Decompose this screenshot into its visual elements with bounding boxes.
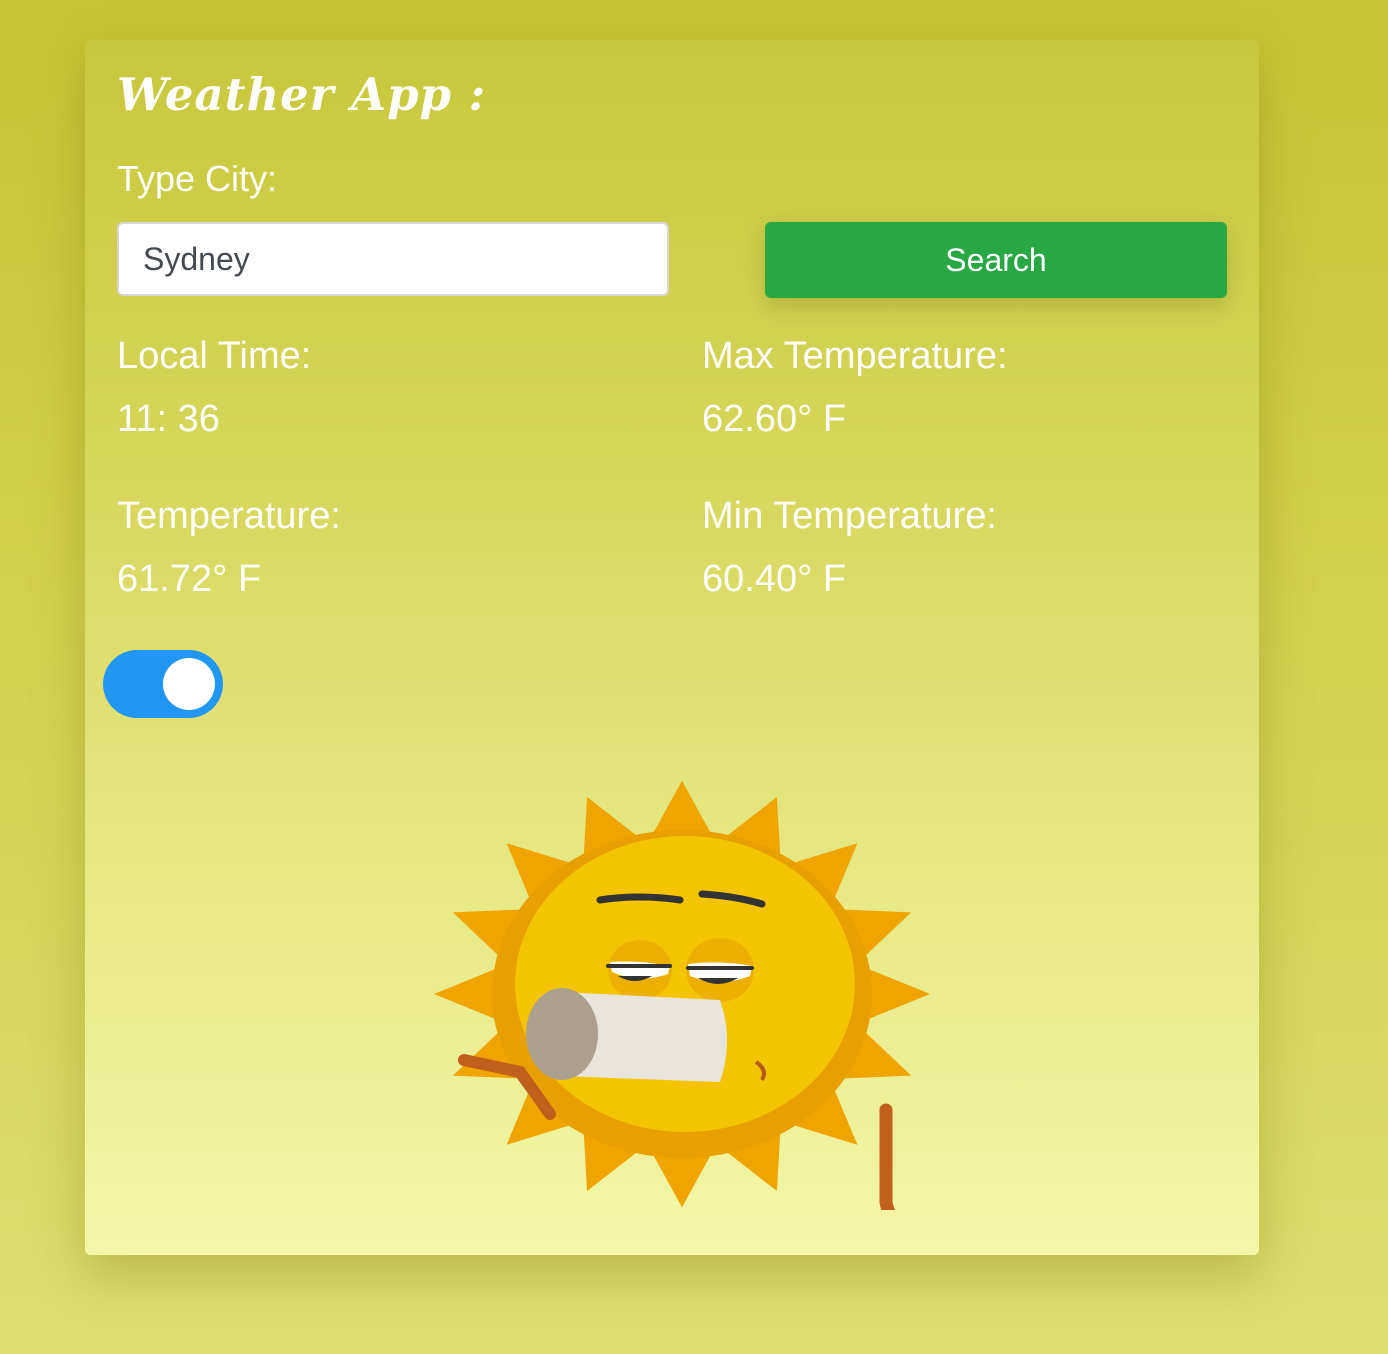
toggle-knob (163, 658, 215, 710)
app-title: Weather App : (117, 68, 487, 121)
max-temperature-label: Max Temperature: (702, 335, 1008, 377)
local-time-value: 11: 36 (117, 398, 220, 440)
leg (879, 1103, 896, 1210)
max-temperature-value: 62.60° F (702, 398, 847, 440)
city-label: Type City: (117, 158, 278, 199)
temperature-label: Temperature: (117, 495, 341, 537)
weather-card: Weather App : Type City: Search Local Ti… (85, 40, 1259, 1255)
cup (526, 988, 727, 1082)
temperature-value: 61.72° F (117, 558, 262, 600)
sun-face (515, 836, 855, 1132)
sun-drinking-icon (434, 780, 930, 1210)
local-time-label: Local Time: (117, 335, 312, 377)
left-brow (596, 893, 684, 904)
min-temperature-label: Min Temperature: (702, 495, 997, 537)
city-input[interactable] (117, 222, 669, 296)
unit-toggle[interactable] (103, 650, 223, 718)
min-temperature-value: 60.40° F (702, 558, 847, 600)
search-button[interactable]: Search (765, 222, 1227, 298)
